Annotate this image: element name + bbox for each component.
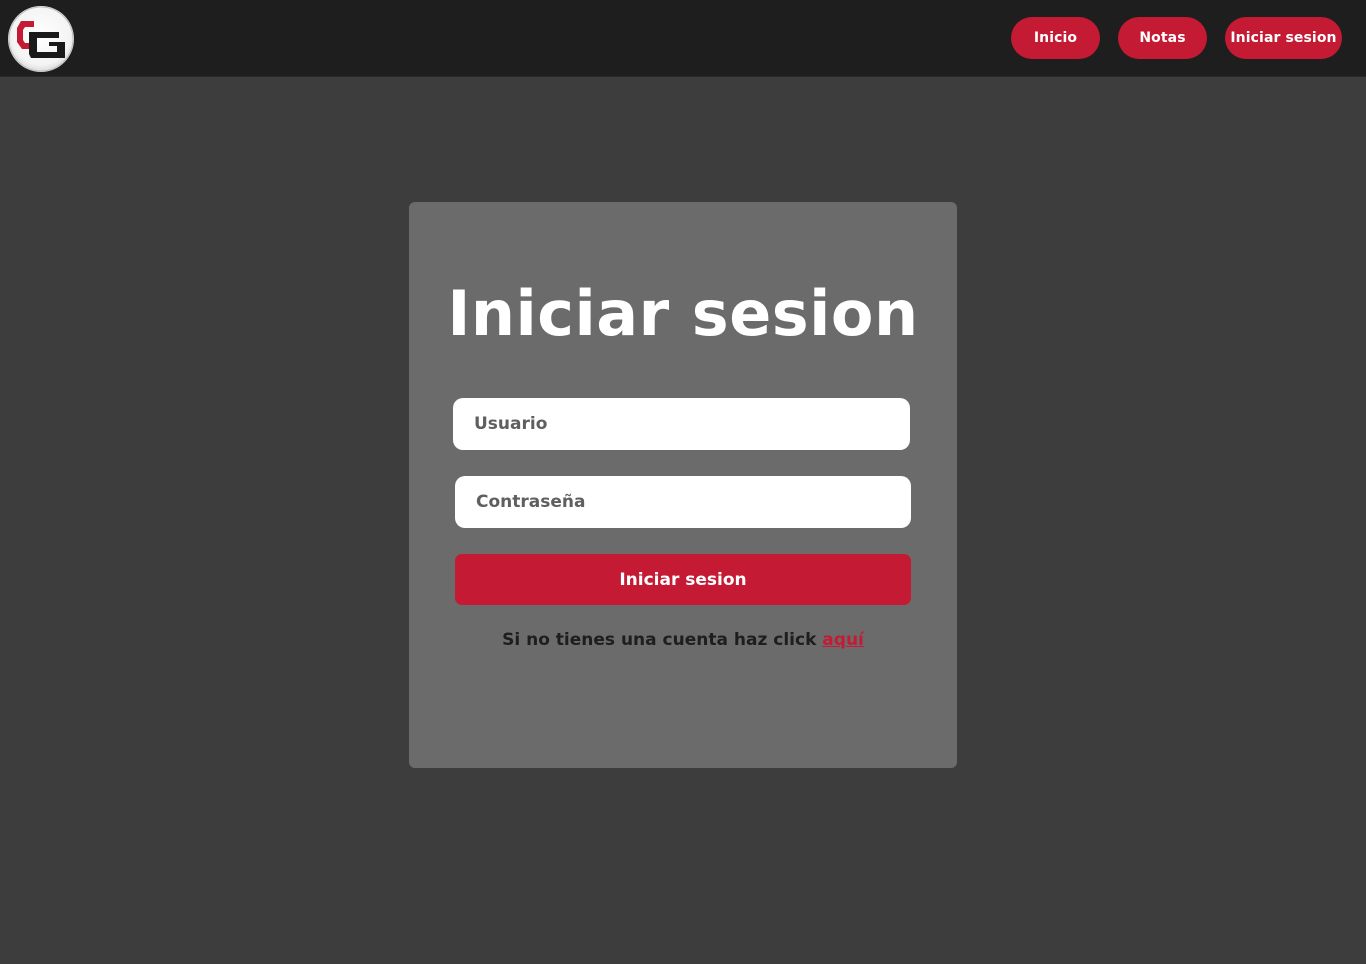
- nav-notas-button[interactable]: Notas: [1118, 17, 1207, 59]
- nav-login-button[interactable]: Iniciar sesion: [1225, 17, 1342, 59]
- login-submit-button[interactable]: Iniciar sesion: [455, 554, 911, 605]
- username-input[interactable]: [453, 398, 910, 450]
- top-navbar: Inicio Notas Iniciar sesion: [0, 0, 1366, 77]
- register-prompt-text: Si no tienes una cuenta haz click: [502, 630, 823, 650]
- register-prompt: Si no tienes una cuenta haz click aquí: [0, 628, 1366, 652]
- password-input[interactable]: [455, 476, 911, 528]
- cg-logo-icon[interactable]: [7, 6, 75, 72]
- register-link[interactable]: aquí: [822, 630, 864, 650]
- login-title: Iniciar sesion: [447, 277, 919, 350]
- nav-inicio-button[interactable]: Inicio: [1011, 17, 1100, 59]
